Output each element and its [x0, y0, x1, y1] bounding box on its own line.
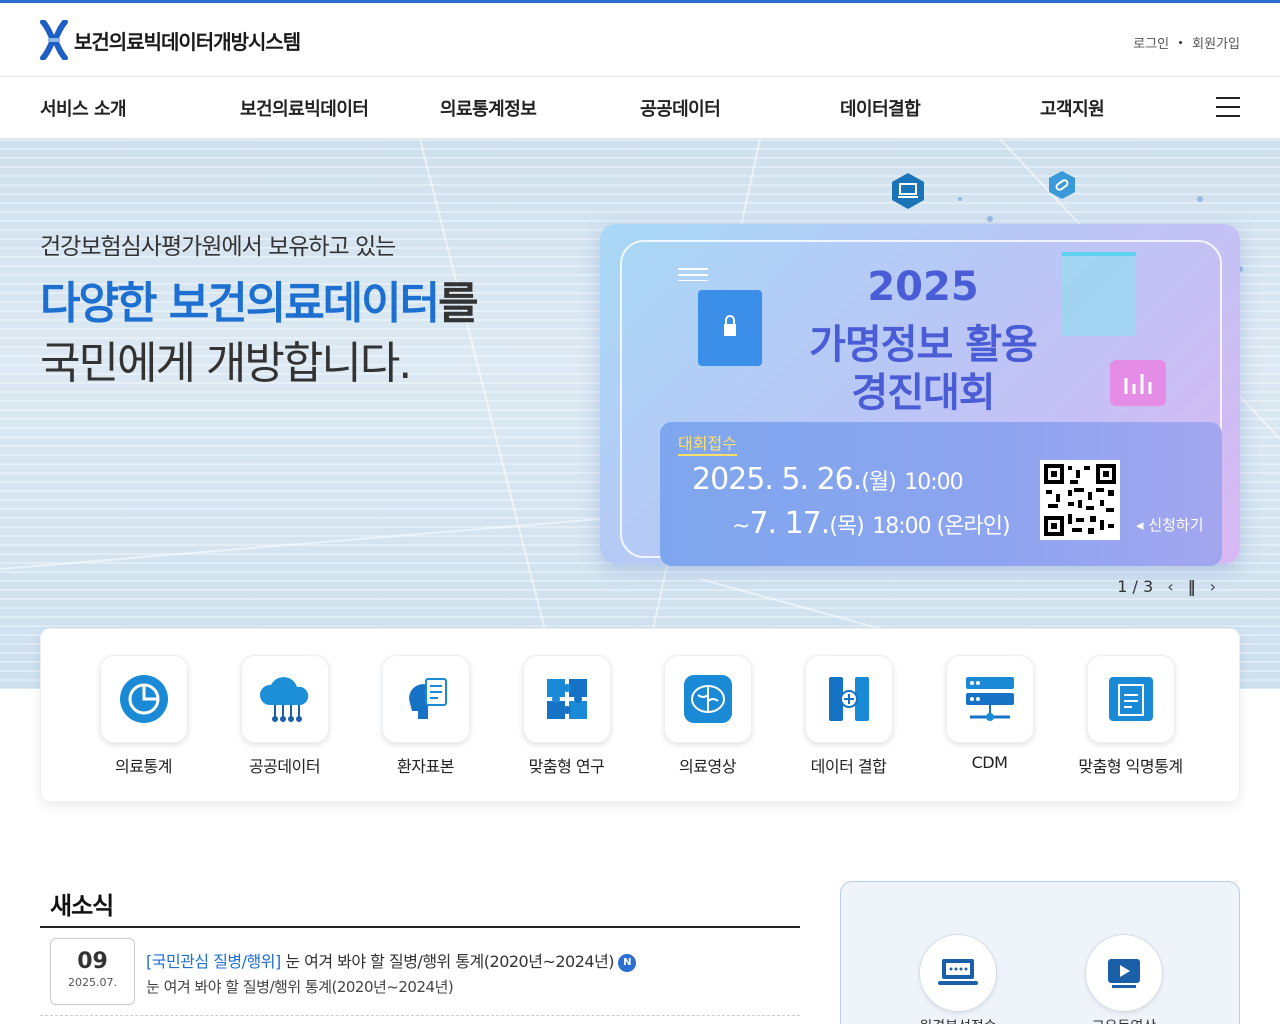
document-panel-icon [1062, 252, 1136, 336]
banner-date-start: 2025. 5. 26.(월) 10:00 [692, 462, 964, 497]
hero-title-line2: 국민에게 개방합니다. [40, 338, 412, 389]
quick-item-patient-sample[interactable]: 환자표본 [355, 655, 496, 777]
document-stats-icon [1086, 655, 1175, 743]
quick-item-anonymous-stats[interactable]: 맞춤형 익명통계 [1060, 655, 1201, 777]
utility-links: 로그인 회원가입 [1133, 33, 1240, 52]
quick-label: 의료영상 [679, 757, 736, 776]
new-badge: N [618, 953, 637, 972]
pause-icon[interactable]: ‖ [1188, 577, 1196, 596]
date-start-time: 10:00 [904, 470, 963, 495]
video-button[interactable]: 고유동영상 [1085, 934, 1163, 1024]
quick-label: 맞춤형 익명통계 [1078, 757, 1183, 776]
date-start-main: 2025. 5. 26. [692, 462, 862, 497]
contest-banner[interactable]: 2025 가명정보 활용 경진대회 대회접수 2025. 5. 26.(월) 1… [600, 224, 1240, 566]
news-description: 눈 여겨 봐야 할 질병/행위 통계(2020년~2024년) [146, 978, 454, 996]
signup-link[interactable]: 회원가입 [1192, 33, 1240, 52]
nav-item-public-data[interactable]: 공공데이터 [640, 95, 721, 121]
date-start-day: (월) [861, 470, 896, 495]
hero-subtitle: 건강보험심사평가원에서 보유하고 있는 [40, 234, 396, 260]
quick-label: 공공데이터 [248, 757, 321, 776]
side-shortcut-panel: 원격분석접속 고유동영상 [840, 881, 1240, 1024]
banner-date-end: ~7. 17.(목) 18:00 (온라인) [732, 506, 1011, 541]
laptop-icon [919, 934, 997, 1012]
next-slide-icon[interactable]: › [1210, 577, 1216, 596]
side-label: 고유동영상 [1085, 1016, 1163, 1024]
puzzle-icon [522, 655, 611, 743]
apply-label: 신청하기 [1148, 516, 1204, 534]
apply-link[interactable]: ◂ 신청하기 [1136, 514, 1204, 535]
server-icon [945, 655, 1034, 743]
slide-separator: / [1132, 577, 1138, 596]
quick-item-public-data[interactable]: 공공데이터 [214, 655, 355, 777]
news-headline-text: 눈 여겨 봐야 할 질병/행위 통계(2020년~2024년) [280, 952, 615, 971]
quick-item-custom-research[interactable]: 맞춤형 연구 [496, 655, 637, 777]
quick-label: 맞춤형 연구 [528, 757, 605, 776]
prev-slide-icon[interactable]: ‹ [1167, 577, 1173, 596]
banner-date-box: 대회접수 2025. 5. 26.(월) 10:00 ~7. 17.(목) 18… [660, 422, 1222, 566]
quick-item-cdm[interactable]: CDM [919, 655, 1060, 772]
cloud-network-icon [240, 655, 329, 743]
quick-item-data-combination[interactable]: 데이터 결합 [778, 655, 919, 777]
quick-label: 의료통계 [115, 757, 172, 776]
nav-item-medical-statistics[interactable]: 의료통계정보 [440, 95, 537, 121]
data-combine-icon [804, 655, 893, 743]
main-nav: 서비스 소개 보건의료빅데이터 의료통계정보 공공데이터 데이터결합 고객지원 [0, 77, 1280, 139]
quick-item-medical-imaging[interactable]: 의료영상 [637, 655, 778, 777]
date-end-main: 7. 17. [749, 506, 830, 541]
site-title: 보건의료빅데이터개방시스템 [74, 29, 301, 54]
slide-counter: 1 / 3 [1117, 577, 1153, 596]
menu-icon[interactable] [1216, 97, 1240, 117]
pie-chart-icon [99, 655, 188, 743]
slider-controls: 1 / 3 ‹ ‖ › [1117, 577, 1216, 596]
hero-section: 건강보험심사평가원에서 보유하고 있는 다양한 보건의료데이터를 국민에게 개방… [0, 139, 1280, 689]
pill-icon [1046, 169, 1078, 201]
nav-item-data-combination[interactable]: 데이터결합 [840, 95, 921, 121]
date-end-prefix: ~ [732, 514, 750, 539]
menu-lines-decoration [678, 266, 708, 282]
site-logo[interactable]: 보건의료빅데이터개방시스템 [40, 19, 301, 61]
slide-current: 1 [1117, 577, 1128, 596]
banner-tag: 대회접수 [678, 430, 737, 456]
head-document-icon [381, 655, 470, 743]
video-play-icon [1085, 934, 1163, 1012]
bar-chart-icon [1110, 360, 1166, 406]
quick-menu: 의료통계 공공데이터 환자표본 맞춤형 연구 의료영상 데이터 결합 CDM 맞… [40, 628, 1240, 802]
news-day: 09 [77, 949, 108, 974]
remote-analysis-button[interactable]: 원격분석접속 [919, 934, 997, 1024]
news-date-box: 09 2025.07. [50, 938, 135, 1005]
news-divider [40, 926, 800, 928]
site-header: 보건의료빅데이터개방시스템 로그인 회원가입 [0, 3, 1280, 77]
date-end-day: (목) [829, 514, 864, 539]
login-link[interactable]: 로그인 [1133, 33, 1169, 52]
news-headline: [국민관심 질병/행위] 눈 여겨 봐야 할 질병/행위 통계(2020년~20… [146, 948, 637, 972]
slide-total: 3 [1143, 577, 1154, 596]
hero-title-accent: 다양한 보건의료데이터 [40, 278, 440, 329]
nav-item-service-intro[interactable]: 서비스 소개 [40, 95, 127, 121]
news-list-item[interactable]: 09 2025.07. [국민관심 질병/행위] 눈 여겨 봐야 할 질병/행위… [40, 936, 800, 1016]
side-label: 원격분석접속 [919, 1016, 997, 1024]
banner-frame: 2025 가명정보 활용 경진대회 대회접수 2025. 5. 26.(월) 1… [620, 240, 1222, 566]
quick-label: 데이터 결합 [810, 757, 887, 776]
qr-code[interactable] [1040, 460, 1120, 540]
nav-item-customer-support[interactable]: 고객지원 [1040, 95, 1105, 121]
date-end-time: 18:00 (온라인) [872, 514, 1010, 539]
quick-label: CDM [971, 753, 1008, 772]
hero-title-suffix: 를 [438, 278, 479, 329]
quick-label: 환자표본 [397, 757, 454, 776]
separator-dot [1179, 41, 1183, 44]
brain-icon [663, 655, 752, 743]
logo-icon [40, 19, 68, 61]
news-year-month: 2025.07. [68, 976, 117, 989]
laptop-shield-icon [888, 171, 928, 211]
news-category: [국민관심 질병/행위] [146, 952, 281, 971]
lock-document-icon [698, 290, 762, 366]
hero-title-line1: 다양한 보건의료데이터를 [40, 267, 479, 331]
quick-item-medical-stats[interactable]: 의료통계 [73, 655, 214, 777]
nav-item-healthcare-bigdata[interactable]: 보건의료빅데이터 [240, 95, 369, 121]
news-section-title: 새소식 [50, 892, 114, 920]
